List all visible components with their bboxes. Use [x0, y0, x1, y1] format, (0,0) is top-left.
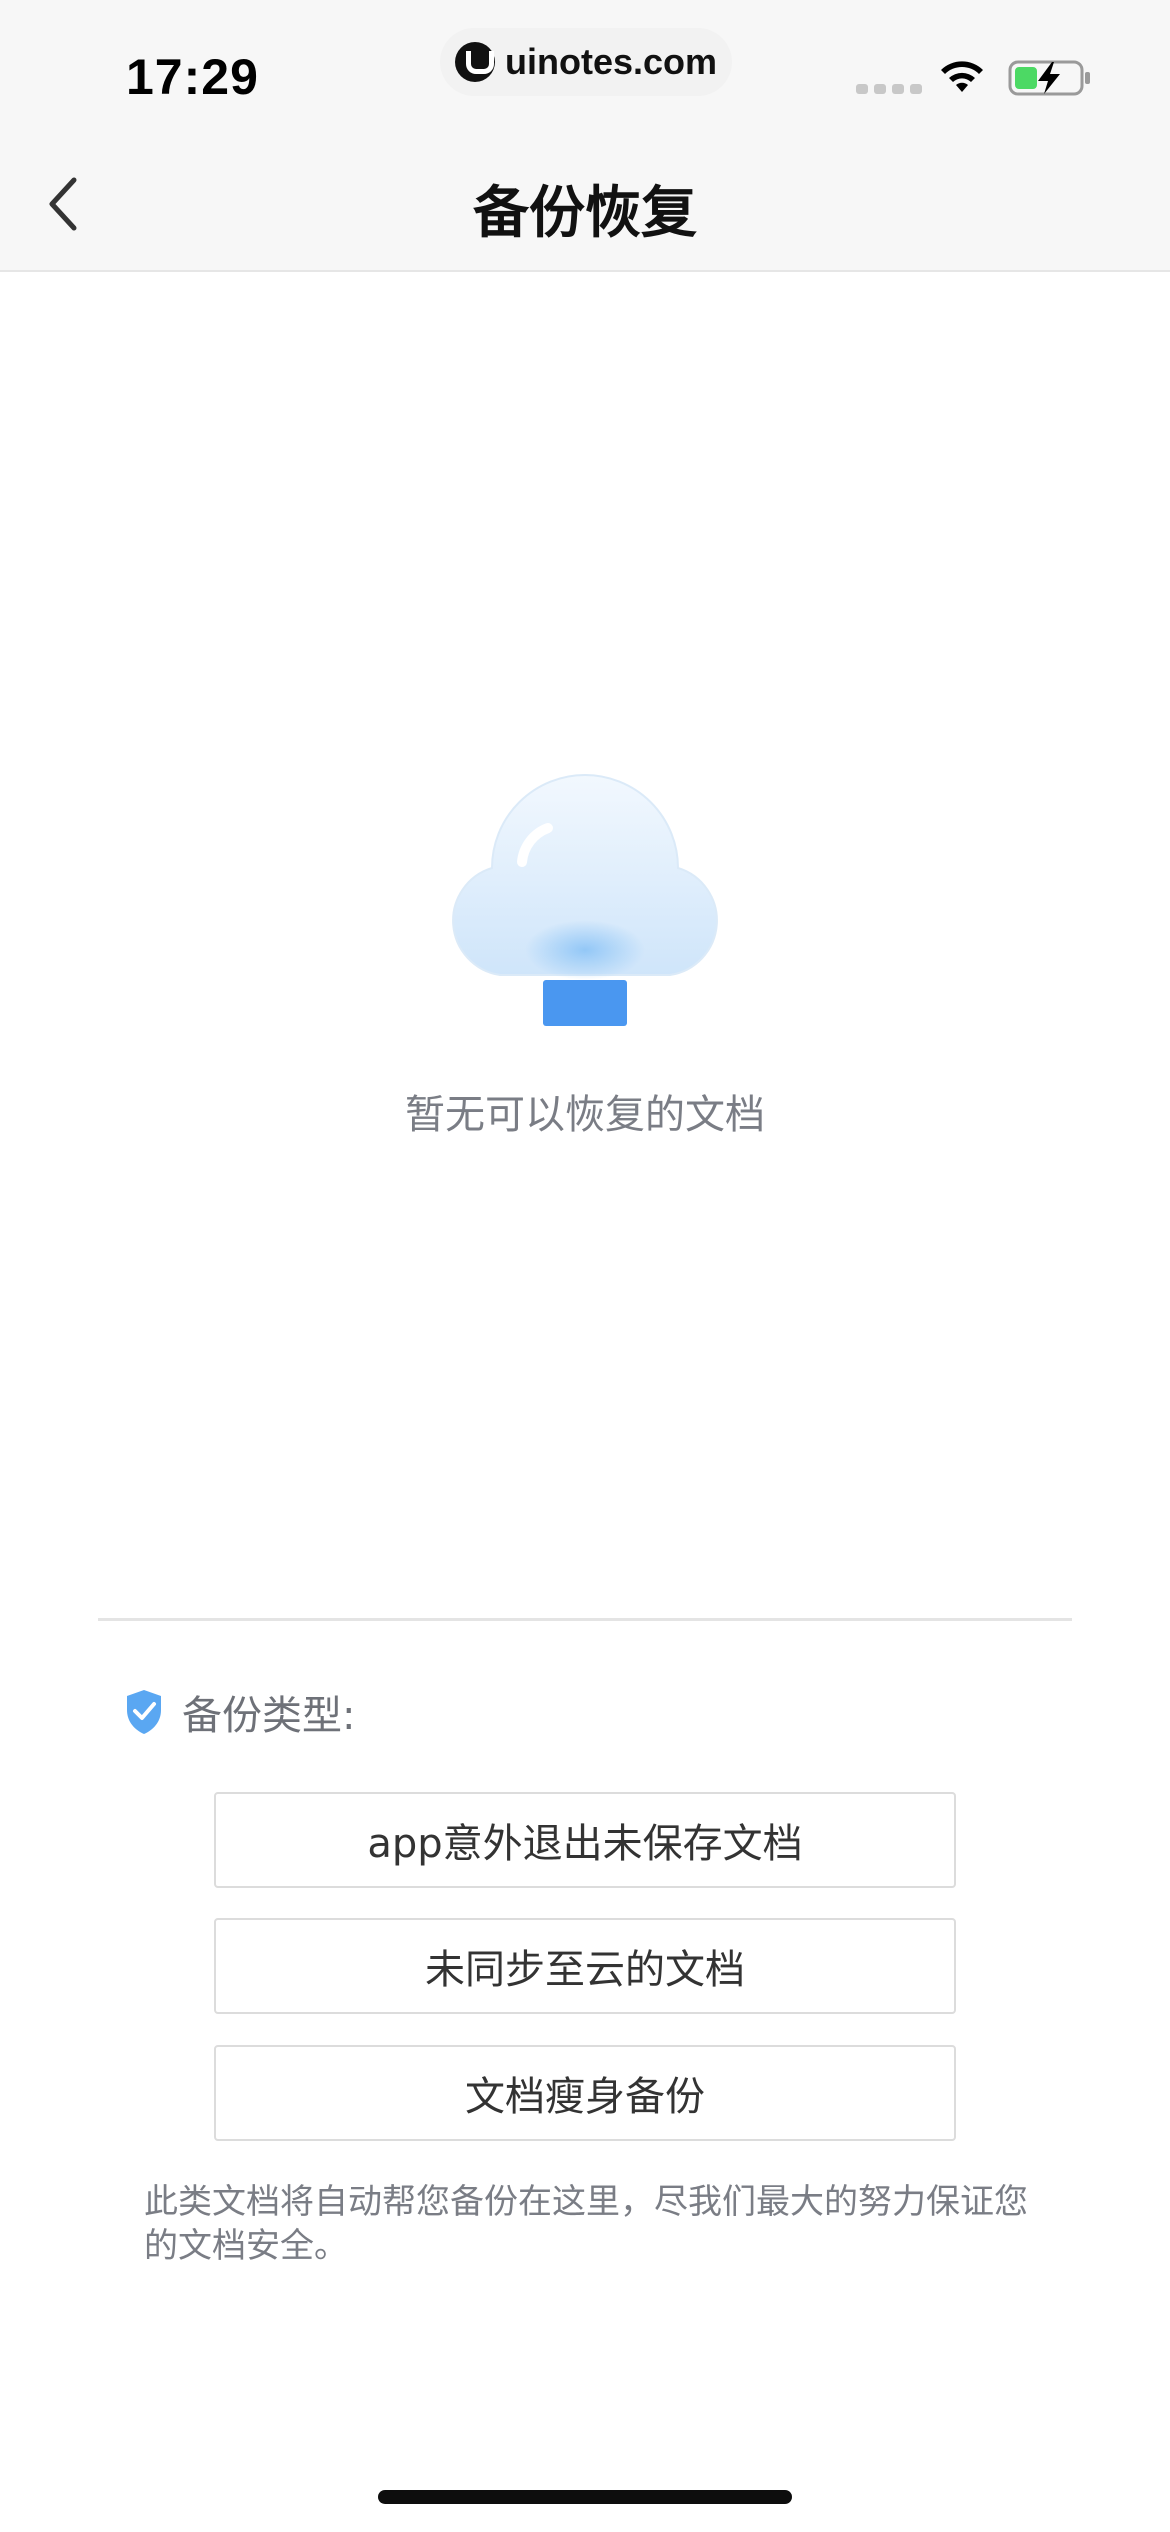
backup-restore-screen: 17:29 uinotes.com 备份恢复 暂无可以恢复的文档 备份类型: a…: [0, 0, 1170, 2532]
backup-type-label: 备份类型:: [182, 1693, 356, 1739]
url-text: uinotes.com: [504, 41, 718, 82]
site-logo-icon: [454, 42, 495, 82]
url-pill[interactable]: uinotes.com: [440, 28, 732, 96]
status-time: 17:29: [126, 49, 259, 105]
shield-check-icon: [127, 1690, 161, 1734]
page-title: 备份恢复: [473, 181, 697, 246]
home-indicator[interactable]: [378, 2490, 792, 2504]
cellular-signal-icon: [856, 84, 922, 94]
section-divider: [98, 1618, 1072, 1621]
backup-type-header: 备份类型:: [124, 1682, 355, 1742]
backup-type-unsynced-cloud[interactable]: 未同步至云的文档: [214, 1918, 956, 2014]
backup-type-slim-backup[interactable]: 文档瘦身备份: [214, 2045, 956, 2141]
empty-cloud-icon: [452, 774, 718, 1026]
battery-charging-icon: [1008, 60, 1090, 96]
backup-footer-note: 此类文档将自动帮您备份在这里，尽我们最大的努力保证您的文档安全。: [144, 2182, 1028, 2266]
top-bar: 17:29 uinotes.com 备份恢复: [0, 0, 1170, 272]
empty-state-message: 暂无可以恢复的文档: [405, 1092, 765, 1138]
wifi-icon: [941, 61, 983, 92]
backup-type-unsaved-on-exit[interactable]: app意外退出未保存文档: [214, 1792, 956, 1888]
